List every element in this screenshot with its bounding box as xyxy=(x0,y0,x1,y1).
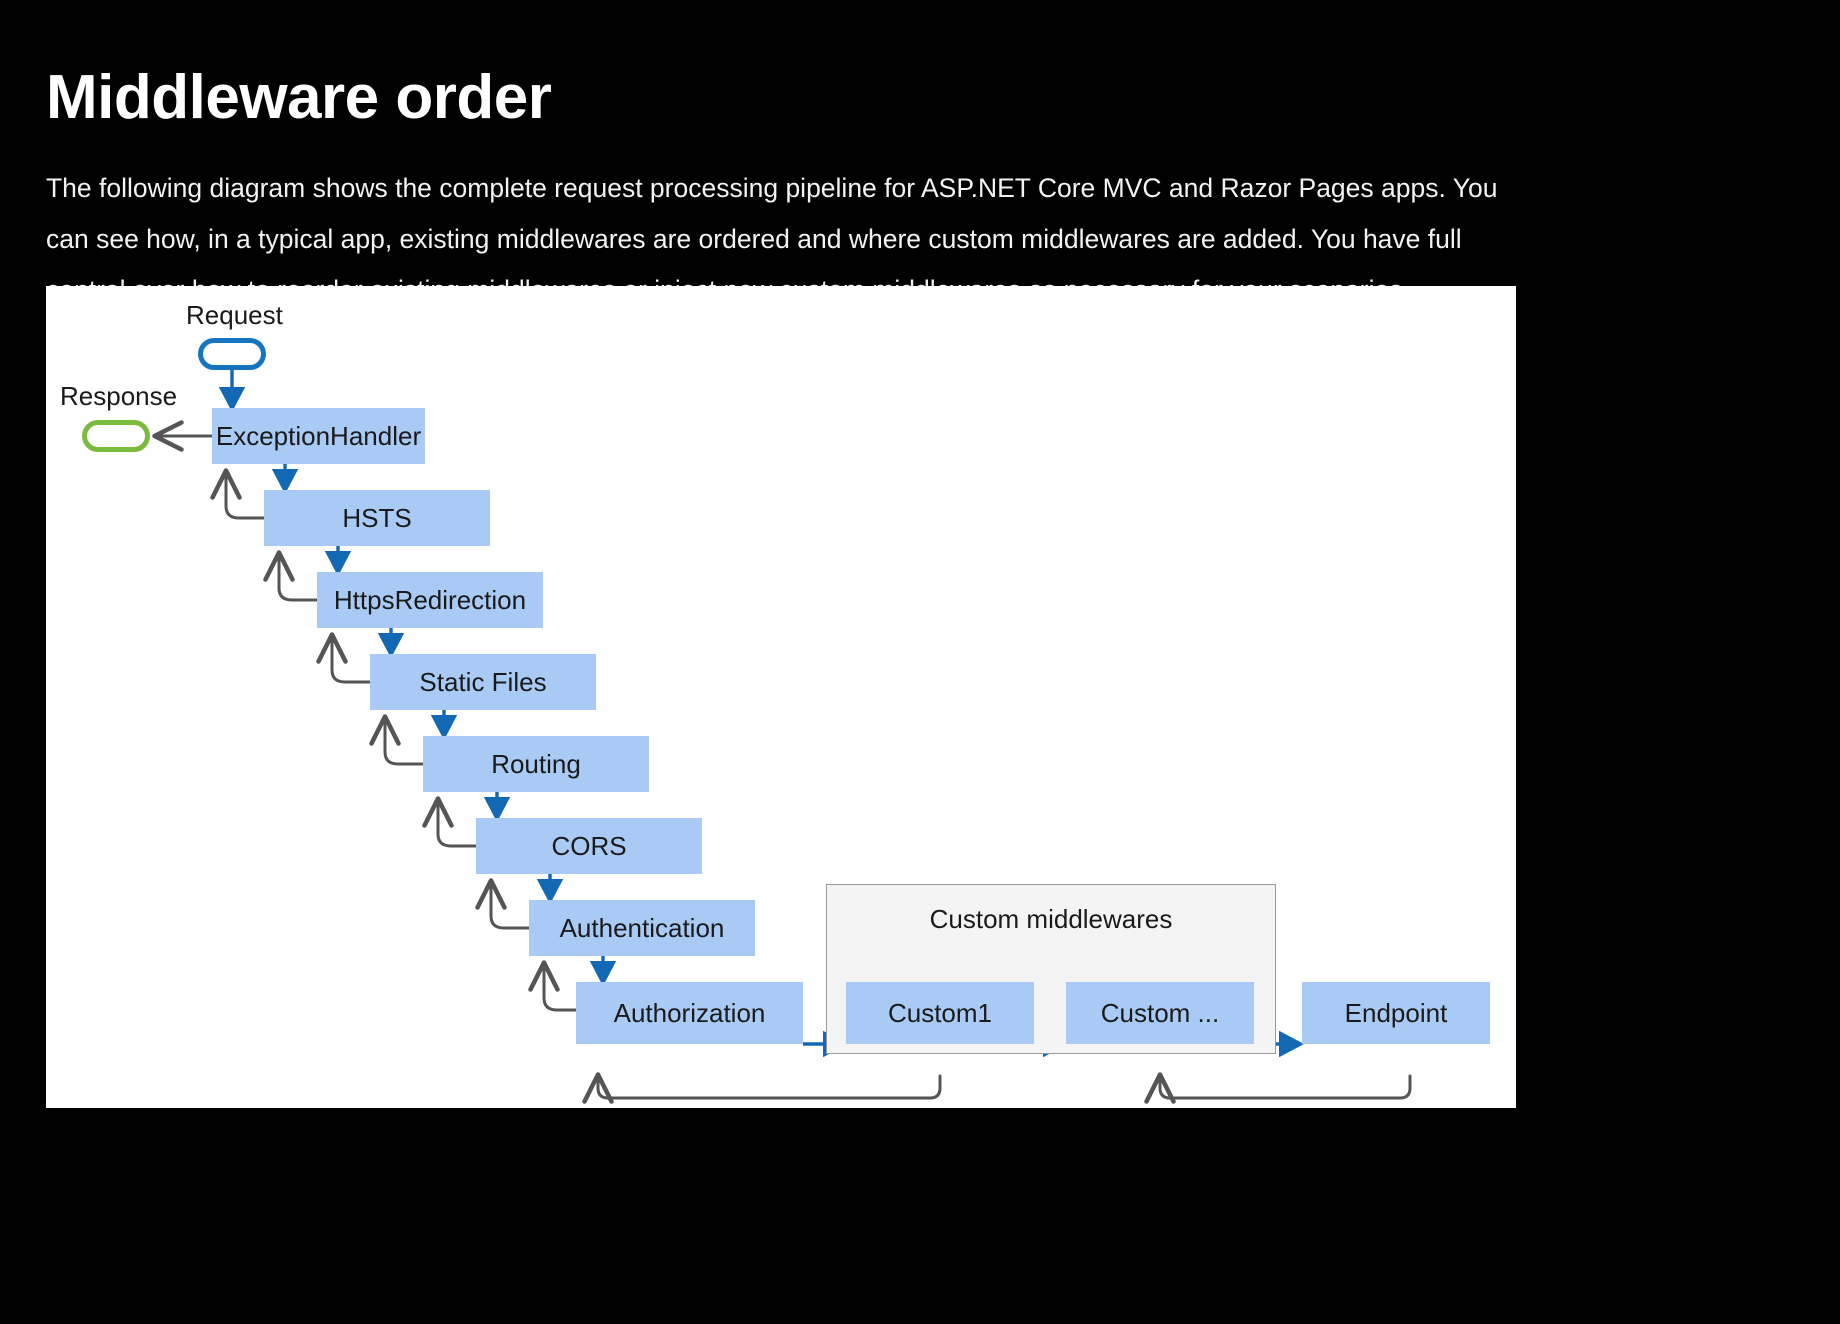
node-cors[interactable]: CORS xyxy=(476,818,702,874)
node-authorization[interactable]: Authorization xyxy=(576,982,803,1044)
request-label: Request xyxy=(186,300,283,330)
page-title: Middleware order xyxy=(46,62,552,132)
node-routing[interactable]: Routing xyxy=(423,736,649,792)
node-custom1[interactable]: Custom1 xyxy=(846,982,1034,1044)
node-custom-ellipsis[interactable]: Custom ... xyxy=(1066,982,1254,1044)
custom-middlewares-group-label: Custom middlewares xyxy=(929,904,1173,934)
node-endpoint[interactable]: Endpoint xyxy=(1302,982,1490,1044)
node-exception-handler[interactable]: ExceptionHandler xyxy=(212,408,425,464)
screen: Middleware order The following diagram s… xyxy=(0,0,1840,1324)
node-authentication[interactable]: Authentication xyxy=(529,900,755,956)
middleware-order-diagram: Custom middlewares Request Response Exce… xyxy=(46,286,1516,1108)
node-static-files[interactable]: Static Files xyxy=(370,654,596,710)
node-hsts[interactable]: HSTS xyxy=(264,490,490,546)
node-https-redirection[interactable]: HttpsRedirection xyxy=(317,572,543,628)
response-node[interactable] xyxy=(82,420,150,452)
response-label: Response xyxy=(60,381,178,411)
request-node[interactable] xyxy=(198,338,266,370)
